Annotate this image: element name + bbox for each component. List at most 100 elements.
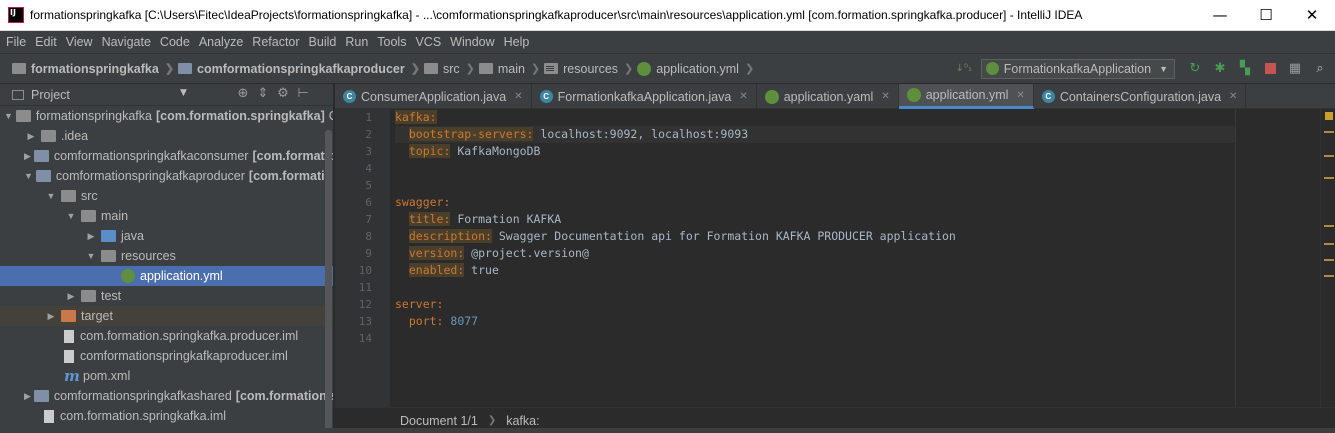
tree-item-main[interactable]: ▼ main	[0, 206, 333, 226]
close-icon[interactable]: ✕	[739, 91, 747, 102]
tree-item-resources[interactable]: ▼ resources	[0, 246, 333, 266]
tree-scrollbar[interactable]	[325, 130, 332, 430]
tab-consumer-application[interactable]: C ConsumerApplication.java ✕	[335, 84, 532, 109]
code-line[interactable]: bootstrap-servers: localhost:9092, local…	[395, 126, 1235, 143]
code-line[interactable]	[395, 279, 1235, 296]
coverage-icon[interactable]: ▚	[1234, 58, 1256, 80]
code-line[interactable]: enabled: true	[395, 262, 1235, 279]
tree-item-test[interactable]: ▶ test	[0, 286, 333, 306]
menu-navigate[interactable]: Navigate	[102, 35, 151, 49]
chevron-down-icon[interactable]: ▼	[44, 191, 58, 201]
stripe-marker[interactable]	[1324, 177, 1334, 179]
menu-edit[interactable]: Edit	[35, 35, 57, 49]
chevron-right-icon[interactable]: ▶	[84, 231, 98, 242]
close-icon[interactable]: ✕	[1016, 90, 1024, 101]
stripe-marker[interactable]	[1324, 155, 1334, 157]
code-line[interactable]	[395, 177, 1235, 194]
code-line[interactable]	[395, 160, 1235, 177]
chevron-down-icon[interactable]: ▼	[84, 251, 98, 261]
menu-file[interactable]: File	[6, 35, 26, 49]
nav-crumb-module[interactable]: comformationspringkafkaproducer ❯	[178, 62, 420, 76]
menu-refactor[interactable]: Refactor	[252, 35, 299, 49]
code-line[interactable]: topic: KafkaMongoDB	[395, 143, 1235, 160]
stripe-marker[interactable]	[1324, 131, 1334, 133]
chevron-down-icon[interactable]: ▼	[64, 211, 78, 221]
project-structure-icon[interactable]: ▦	[1284, 58, 1306, 80]
code-lines[interactable]: kafka: bootstrap-servers: localhost:9092…	[395, 109, 1235, 347]
gear-icon[interactable]: ⚙	[273, 86, 293, 101]
tree-item-target[interactable]: ▶ target	[0, 306, 333, 326]
nav-crumb-project[interactable]: formationspringkafka ❯	[12, 62, 174, 76]
debug-icon[interactable]: ✱	[1209, 58, 1231, 80]
tab-application-yaml[interactable]: application.yaml ✕	[757, 84, 899, 109]
hide-icon[interactable]: ⊢	[293, 86, 313, 101]
run-configuration-select[interactable]: FormationkafkaApplication ▼	[980, 58, 1175, 79]
code-line[interactable]: version: @project.version@	[395, 245, 1235, 262]
nav-crumb-src[interactable]: src ❯	[423, 62, 475, 76]
menu-code[interactable]: Code	[160, 35, 190, 49]
locate-icon[interactable]: ⊕	[233, 86, 253, 101]
code-line[interactable]: kafka:	[395, 109, 1235, 126]
tree-item-consumer-module[interactable]: ▶ comformationspringkafkaconsumer [com.f…	[0, 146, 333, 166]
tab-application-yml[interactable]: application.yml ✕	[898, 84, 1034, 109]
chevron-down-icon[interactable]: ▼	[4, 111, 13, 121]
chevron-right-icon[interactable]: ▶	[24, 151, 31, 162]
close-icon[interactable]: ✕	[881, 91, 889, 102]
menu-help[interactable]: Help	[504, 35, 530, 49]
project-view-label[interactable]: Project	[31, 88, 70, 102]
rerun-icon[interactable]: ↻	[1184, 58, 1206, 80]
error-stripe[interactable]	[1320, 109, 1335, 407]
close-button[interactable]: ✕	[1289, 0, 1335, 31]
breadcrumb-document[interactable]: Document 1/1	[400, 414, 478, 428]
tree-item-pom[interactable]: m pom.xml	[0, 366, 333, 386]
menu-tools[interactable]: Tools	[377, 35, 406, 49]
tree-item-module-iml[interactable]: comformationspringkafkaproducer.iml	[0, 346, 333, 366]
menu-analyze[interactable]: Analyze	[199, 35, 243, 49]
tree-item-root-iml[interactable]: com.formation.springkafka.iml	[0, 406, 333, 426]
menu-build[interactable]: Build	[309, 35, 337, 49]
chevron-down-icon[interactable]: ▼	[180, 88, 187, 98]
bottom-scrollbar[interactable]	[0, 428, 1335, 433]
chevron-right-icon[interactable]: ▶	[24, 131, 38, 142]
chevron-right-icon[interactable]: ▶	[64, 291, 78, 302]
menu-vcs[interactable]: VCS	[415, 35, 441, 49]
tab-formationkafka-application[interactable]: C FormationkafkaApplication.java ✕	[532, 84, 757, 109]
nav-crumb-resources[interactable]: resources ❯	[544, 62, 633, 76]
stop-icon[interactable]	[1259, 58, 1281, 80]
collapse-icon[interactable]: ⇕	[253, 86, 273, 101]
stripe-marker[interactable]	[1324, 259, 1334, 261]
sort-icon[interactable]: ↓⁰₁	[953, 58, 975, 80]
code-line[interactable]: port: 8077	[395, 313, 1235, 330]
code-line[interactable]: swagger:	[395, 194, 1235, 211]
chevron-right-icon[interactable]: ▶	[44, 311, 58, 322]
breadcrumb-key[interactable]: kafka:	[506, 414, 539, 428]
close-icon[interactable]: ✕	[1229, 91, 1237, 102]
code-line[interactable]: title: Formation KAFKA	[395, 211, 1235, 228]
tree-item-idea[interactable]: ▶ .idea	[0, 126, 333, 146]
tree-item-application-yml[interactable]: application.yml	[0, 266, 333, 286]
search-icon[interactable]: ⌕	[1309, 58, 1331, 80]
menu-view[interactable]: View	[66, 35, 93, 49]
minimize-button[interactable]: —	[1197, 0, 1243, 31]
stripe-marker[interactable]	[1324, 243, 1334, 245]
code-line[interactable]: description: Swagger Documentation api f…	[395, 228, 1235, 245]
nav-crumb-main[interactable]: main ❯	[478, 62, 540, 76]
menu-window[interactable]: Window	[450, 35, 494, 49]
tree-item-producer-iml[interactable]: com.formation.springkafka.producer.iml	[0, 326, 333, 346]
menu-run[interactable]: Run	[345, 35, 368, 49]
tree-item-producer-module[interactable]: ▼ comformationspringkafkaproducer [com.f…	[0, 166, 333, 186]
code-line[interactable]	[395, 330, 1235, 347]
maximize-button[interactable]: ☐	[1243, 0, 1289, 31]
stripe-marker[interactable]	[1324, 225, 1334, 227]
chevron-down-icon[interactable]: ▼	[24, 171, 33, 181]
tab-containers-configuration[interactable]: C ContainersConfiguration.java ✕	[1034, 84, 1247, 109]
chevron-right-icon[interactable]: ▶	[24, 391, 31, 402]
stripe-marker[interactable]	[1324, 275, 1334, 277]
close-icon[interactable]: ✕	[514, 91, 522, 102]
tree-item-root-project[interactable]: ▼ formationspringkafka [com.formation.sp…	[0, 106, 333, 126]
code-line[interactable]: server:	[395, 296, 1235, 313]
code-editor[interactable]: 1 2 3 4 5 6 7 8 9 10 11 12 13 14 kafka: …	[335, 109, 1320, 407]
tree-item-src[interactable]: ▼ src	[0, 186, 333, 206]
tree-item-java[interactable]: ▶ java	[0, 226, 333, 246]
nav-crumb-file[interactable]: application.yml ❯	[637, 61, 754, 76]
